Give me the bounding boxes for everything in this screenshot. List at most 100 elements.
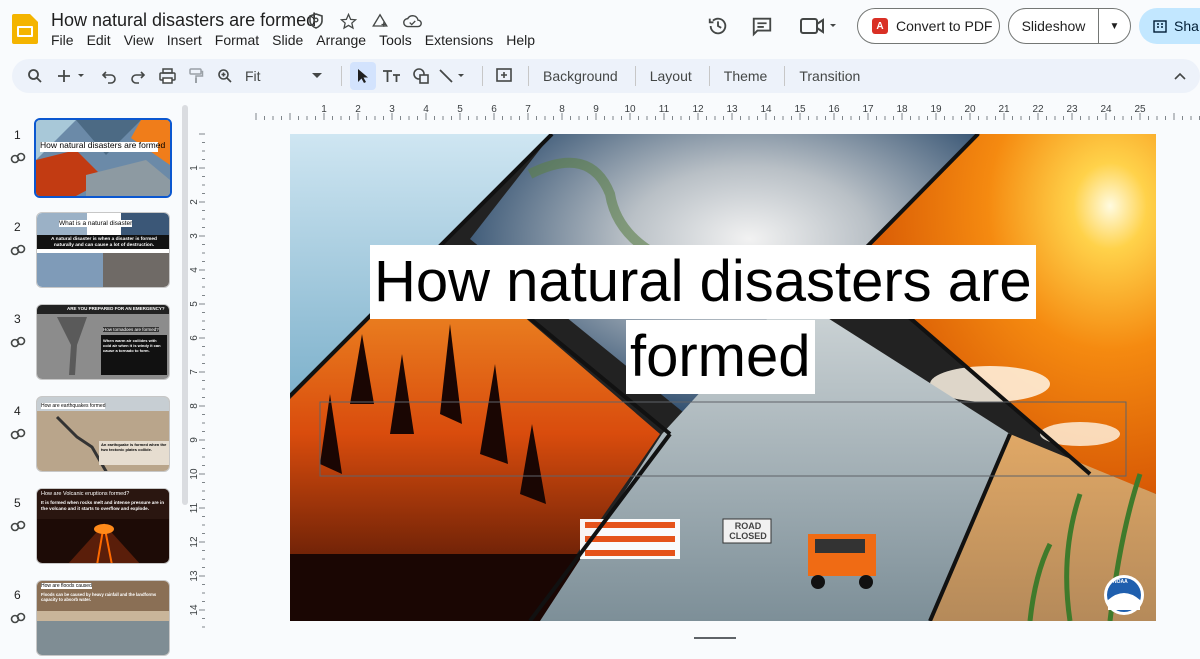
slide-filmstrip: 1 How natural disasters are formed 2 Wha… — [0, 112, 190, 659]
link-icon — [10, 428, 26, 440]
new-slide-button[interactable] — [55, 62, 93, 90]
menu-help[interactable]: Help — [506, 32, 542, 48]
select-tool-icon[interactable] — [350, 62, 376, 90]
zoom-dropdown-icon[interactable] — [304, 62, 330, 90]
slide-thumbnail[interactable]: How natural disasters are formed — [34, 118, 172, 198]
slide-thumbnail[interactable]: How are earthquakes formed An earthquake… — [36, 396, 170, 472]
ruler-label: 23 — [1066, 104, 1078, 115]
filmstrip-slide-3[interactable]: 3 ARE YOU PREPARED FOR AN EMERGENCY? How… — [0, 304, 190, 384]
horizontal-ruler-ticks: 1 2 3 4 5 6 7 8 9 10 11 12 13 14 15 16 17 18 19 20 21 22 23 24 2… — [255, 104, 1200, 120]
search-menus-icon[interactable] — [22, 62, 48, 90]
horizontal-ruler[interactable]: 1 2 3 4 5 6 7 8 9 10 11 12 13 14 15 16 17 18 19 20 21 22 23 24 2… — [205, 100, 1200, 120]
toolbar-divider — [784, 66, 786, 86]
star-icon[interactable] — [338, 11, 358, 31]
thumbnail-banner: ARE YOU PREPARED FOR AN EMERGENCY? — [67, 306, 165, 311]
menu-tools[interactable]: Tools — [379, 32, 419, 48]
ruler-label: 16 — [828, 104, 840, 115]
slideshow-dropdown-icon[interactable]: ▼ — [1099, 21, 1130, 32]
ruler-label: 20 — [964, 104, 976, 115]
slide-thumbnail[interactable]: What is a natural disaster A natural dis… — [36, 212, 170, 288]
ruler-label: 7 — [525, 104, 531, 115]
slide-title-line-2[interactable]: formed — [626, 320, 815, 394]
ruler-label: 17 — [862, 104, 874, 115]
share-button[interactable]: Sha — [1139, 8, 1200, 44]
convert-to-pdf-label: Convert to PDF — [896, 18, 993, 34]
paint-format-icon[interactable] — [183, 62, 209, 90]
shared-drive-icon[interactable] — [306, 11, 326, 31]
filmstrip-slide-4[interactable]: 4 How are earthquakes formed An earthqua… — [0, 396, 190, 476]
slide-number: 1 — [14, 128, 21, 142]
thumbnail-title: How natural disasters are formed — [40, 140, 166, 150]
undo-icon[interactable] — [96, 62, 122, 90]
slides-logo-icon[interactable] — [10, 12, 40, 46]
ruler-label: 1 — [321, 104, 327, 115]
slide-thumbnail[interactable]: How are floods caused Floods can be caus… — [36, 580, 170, 656]
ruler-label: 3 — [389, 104, 395, 115]
filmstrip-slide-2[interactable]: 2 What is a natural disaster A natural d… — [0, 212, 190, 292]
toolbar-divider — [341, 66, 342, 86]
slideshow-label[interactable]: Slideshow — [1009, 9, 1099, 43]
link-icon — [10, 244, 26, 256]
line-tool-icon[interactable] — [437, 62, 471, 90]
ruler-label: 19 — [930, 104, 942, 115]
vertical-ruler-ticks: 1234567891011121314 — [189, 133, 205, 628]
layout-button[interactable]: Layout — [644, 62, 698, 90]
meet-video-icon[interactable] — [796, 8, 842, 44]
menu-view[interactable]: View — [124, 32, 161, 48]
ruler-label: 4 — [423, 104, 429, 115]
thumbnail-body: When warm air collides with cold air whe… — [103, 338, 161, 353]
thumbnail-title: What is a natural disaster — [59, 220, 133, 227]
ruler-label: 12 — [190, 536, 200, 548]
menu-file[interactable]: File — [51, 32, 81, 48]
add-comment-icon[interactable] — [491, 62, 517, 90]
comments-icon[interactable] — [744, 8, 780, 44]
ruler-label: 8 — [190, 403, 200, 409]
ruler-label: 2 — [190, 199, 200, 205]
slide-title-line-1[interactable]: How natural disasters are — [370, 245, 1036, 319]
transition-button[interactable]: Transition — [793, 62, 866, 90]
menu-edit[interactable]: Edit — [87, 32, 118, 48]
menu-arrange[interactable]: Arrange — [316, 32, 373, 48]
menu-insert[interactable]: Insert — [167, 32, 209, 48]
link-icon — [10, 152, 26, 164]
filmstrip-scrollbar[interactable] — [182, 105, 188, 505]
background-button[interactable]: Background — [537, 62, 624, 90]
filmstrip-slide-5[interactable]: 5 How are Volcanic eruptions formed? It … — [0, 488, 190, 568]
ruler-label: 2 — [355, 104, 361, 115]
move-to-folder-icon[interactable] — [370, 11, 390, 31]
document-title[interactable]: How natural disasters are formed — [51, 10, 316, 31]
menu-slide[interactable]: Slide — [272, 32, 310, 48]
ruler-label: 13 — [726, 104, 738, 115]
slideshow-button[interactable]: Slideshow ▼ — [1008, 8, 1131, 44]
ruler-label: 14 — [760, 104, 772, 115]
version-history-icon[interactable] — [700, 8, 736, 44]
menu-extensions[interactable]: Extensions — [425, 32, 500, 48]
zoom-select[interactable]: Fit — [241, 62, 301, 90]
speaker-notes-resize-handle[interactable] — [694, 637, 736, 639]
zoom-icon[interactable] — [212, 62, 238, 90]
slide-thumbnail[interactable]: How are Volcanic eruptions formed? It is… — [36, 488, 170, 564]
thumbnail-body: An earthquake is formed when the two tec… — [101, 442, 167, 452]
link-icon — [10, 336, 26, 348]
menu-format[interactable]: Format — [215, 32, 266, 48]
vertical-ruler[interactable]: 1 2 3 4 5 6 7 8 9 10 11 12 13 14 — [189, 120, 205, 630]
redo-icon[interactable] — [125, 62, 151, 90]
ruler-label: 5 — [190, 301, 200, 307]
ruler-label: 10 — [190, 468, 200, 480]
ruler-label: 10 — [624, 104, 636, 115]
slide-thumbnail[interactable]: ARE YOU PREPARED FOR AN EMERGENCY? How t… — [36, 304, 170, 380]
collapse-toolbar-icon[interactable] — [1167, 62, 1193, 90]
shape-icon[interactable] — [408, 62, 434, 90]
theme-button[interactable]: Theme — [718, 62, 774, 90]
print-icon[interactable] — [154, 62, 180, 90]
filmstrip-slide-1[interactable]: 1 How natural disasters are formed — [0, 118, 190, 200]
thumbnail-body: Floods can be caused by heavy rainfall a… — [41, 592, 157, 603]
filmstrip-slide-6[interactable]: 6 How are floods caused Floods can be ca… — [0, 580, 190, 659]
ruler-label: 12 — [692, 104, 704, 115]
text-box-icon[interactable] — [379, 62, 405, 90]
convert-to-pdf-button[interactable]: A Convert to PDF — [857, 8, 1000, 44]
title-actions — [306, 11, 422, 31]
slide-canvas[interactable]: How natural disasters are formed ROAD CL… — [290, 134, 1156, 621]
cloud-saved-icon[interactable] — [402, 11, 422, 31]
ruler-label: 14 — [190, 604, 200, 616]
